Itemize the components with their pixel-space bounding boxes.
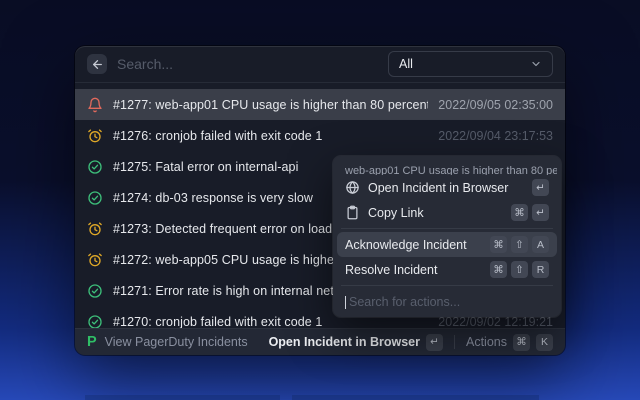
shift-key-badge: ⇧: [511, 236, 528, 253]
enter-key-badge: ↵: [532, 179, 549, 196]
alarm-clock-icon: [87, 221, 103, 237]
filter-dropdown[interactable]: All: [388, 51, 553, 77]
check-circle-icon: [87, 159, 103, 175]
enter-key-badge: ↵: [426, 334, 443, 351]
footer-divider: [454, 335, 455, 349]
alarm-clock-icon: [87, 128, 103, 144]
clipboard-icon: [345, 205, 360, 220]
r-key-badge: R: [532, 261, 549, 278]
wallpaper-window-edge-left: [85, 395, 280, 400]
back-button[interactable]: [87, 54, 107, 74]
a-key-badge: A: [532, 236, 549, 253]
incident-row[interactable]: #1276: cronjob failed with exit code 1 2…: [75, 120, 565, 151]
cmd-key-badge: ⌘: [511, 204, 528, 221]
incident-timestamp: 2022/09/04 23:17:53: [438, 129, 553, 143]
action-label: Resolve Incident: [345, 263, 437, 277]
shift-key-badge: ⇧: [511, 261, 528, 278]
pagerduty-icon: P: [87, 335, 97, 350]
incident-title: #1277: web-app01 CPU usage is higher tha…: [113, 98, 428, 112]
actions-search-placeholder: Search for actions...: [349, 295, 460, 309]
popover-divider: [341, 285, 553, 286]
popover-divider: [341, 228, 553, 229]
search-input[interactable]: [117, 56, 378, 72]
actions-search-input[interactable]: Search for actions...: [337, 289, 557, 313]
k-key-badge: K: [536, 334, 553, 351]
check-circle-icon: [87, 283, 103, 299]
action-label: Copy Link: [368, 206, 424, 220]
filter-value: All: [399, 57, 413, 71]
text-cursor: [345, 296, 346, 309]
action-item[interactable]: Open Incident in Browser ↵: [337, 175, 557, 200]
chevron-down-icon: [530, 58, 542, 70]
wallpaper-window-edge-right: [292, 395, 539, 400]
action-item-acknowledge[interactable]: Acknowledge Incident ⌘ ⇧ A: [337, 232, 557, 257]
cmd-key-badge: ⌘: [490, 261, 507, 278]
enter-key-badge: ↵: [532, 204, 549, 221]
action-label: Open Incident in Browser: [368, 181, 508, 195]
cmd-key-badge: ⌘: [490, 236, 507, 253]
incident-timestamp: 2022/09/05 02:35:00: [438, 98, 553, 112]
check-circle-icon: [87, 190, 103, 206]
arrow-left-icon: [91, 58, 104, 71]
incident-row[interactable]: #1277: web-app01 CPU usage is higher tha…: [75, 89, 565, 120]
command-label: View PagerDuty Incidents: [105, 335, 248, 349]
bell-icon: [87, 97, 103, 113]
globe-icon: [345, 180, 360, 195]
primary-action-button[interactable]: Open Incident in Browser: [269, 335, 420, 349]
alarm-clock-icon: [87, 252, 103, 268]
action-label: Acknowledge Incident: [345, 238, 467, 252]
popover-context-title: web-app01 CPU usage is higher than 80 pe…: [337, 160, 557, 175]
status-bar: P View PagerDuty Incidents Open Incident…: [75, 328, 565, 355]
action-item-resolve[interactable]: Resolve Incident ⌘ ⇧ R: [337, 257, 557, 282]
cmd-key-badge: ⌘: [513, 334, 530, 351]
action-item[interactable]: Copy Link ⌘ ↵: [337, 200, 557, 225]
actions-popover: web-app01 CPU usage is higher than 80 pe…: [333, 156, 561, 317]
incident-title: #1276: cronjob failed with exit code 1: [113, 129, 428, 143]
search-header: All: [75, 46, 565, 83]
actions-button[interactable]: Actions: [466, 335, 507, 349]
check-circle-icon: [87, 314, 103, 329]
